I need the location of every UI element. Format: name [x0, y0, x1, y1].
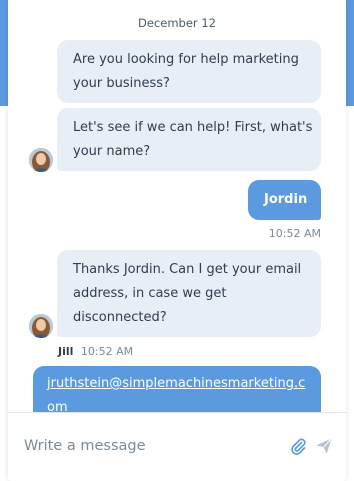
message-line: your name?	[73, 144, 151, 159]
message-line: Thanks Jordin. Can I get your email	[73, 262, 302, 277]
message-line: Let's see if we can help! First, what's	[73, 120, 313, 135]
paperclip-icon[interactable]	[287, 435, 309, 457]
agent-message: Thanks Jordin. Can I get your email addr…	[57, 250, 321, 337]
chat-window: December 12 Are you looking for help mar…	[8, 0, 346, 481]
message-composer	[8, 412, 346, 481]
avatar-photo	[29, 314, 53, 338]
agent-avatar	[29, 314, 53, 338]
user-message: Jordin	[248, 180, 321, 220]
message-line: Are you looking for help marketing	[73, 52, 299, 67]
agent-message: Are you looking for help marketing your …	[57, 40, 321, 103]
date-divider: December 12	[138, 16, 216, 30]
message-line: your business?	[73, 76, 170, 91]
author-name: Jill	[58, 345, 74, 358]
agent-message: Let's see if we can help! First, what's …	[57, 108, 321, 171]
message-list[interactable]: December 12 Are you looking for help mar…	[8, 0, 346, 412]
user-message: jruthstein@simplemachinesmarketing.com	[33, 366, 321, 412]
email-link[interactable]: jruthstein@simplemachinesmarketing.com	[47, 376, 305, 412]
message-line: address, in case we get	[73, 286, 227, 301]
message-input[interactable]	[8, 413, 278, 479]
message-text: Jordin	[264, 192, 308, 207]
message-timestamp: 10:52 AM	[80, 345, 134, 358]
paper-plane-icon[interactable]	[313, 435, 335, 457]
message-timestamp: 10:52 AM	[268, 227, 321, 240]
agent-avatar	[29, 148, 53, 172]
avatar-photo	[29, 148, 53, 172]
message-line: disconnected?	[73, 310, 167, 325]
message-meta: Jill 10:52 AM	[58, 345, 133, 358]
